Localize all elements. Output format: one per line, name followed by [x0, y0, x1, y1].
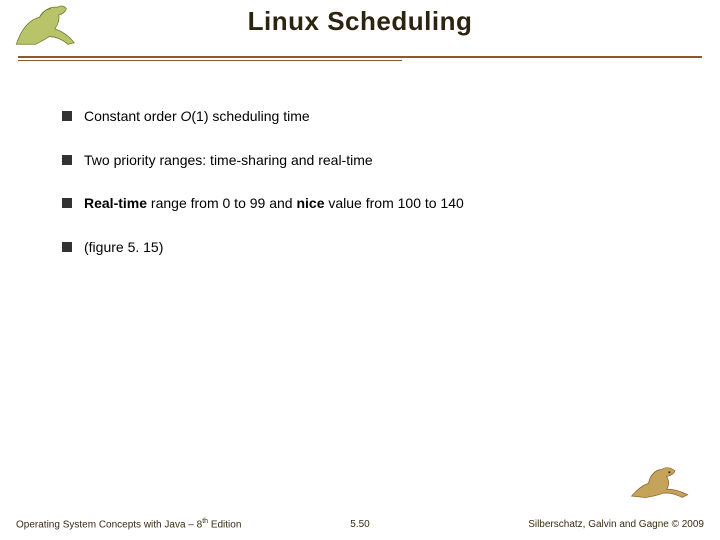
text: value from 100 to 140 — [324, 195, 463, 211]
list-item: Constant order O(1) scheduling time — [62, 108, 658, 126]
list-item: Two priority ranges: time-sharing and re… — [62, 152, 658, 170]
bullet-text: Constant order O(1) scheduling time — [84, 108, 658, 126]
text: Two priority ranges: time-sharing and re… — [84, 152, 373, 168]
dinosaur-icon — [12, 0, 90, 52]
slide: Linux Scheduling Constant order O(1) sch… — [0, 0, 720, 540]
text: (1) scheduling time — [191, 108, 309, 124]
text: Operating System Concepts with Java – 8 — [16, 519, 202, 530]
body: Constant order O(1) scheduling time Two … — [62, 108, 658, 282]
bullet-marker — [62, 111, 72, 121]
emph: Real-time — [84, 195, 147, 211]
header: Linux Scheduling — [0, 0, 720, 62]
page-title: Linux Scheduling — [0, 6, 720, 37]
dinosaur-icon — [626, 454, 696, 506]
bullet-text: (figure 5. 15) — [84, 239, 658, 257]
list-item: (figure 5. 15) — [62, 239, 658, 257]
bullet-marker — [62, 155, 72, 165]
text: (figure 5. 15) — [84, 239, 163, 255]
text: Constant order — [84, 108, 181, 124]
bullet-text: Real-time range from 0 to 99 and nice va… — [84, 195, 658, 213]
page-number: 5.50 — [350, 519, 369, 530]
emph: nice — [296, 195, 324, 211]
emph: O — [181, 108, 192, 124]
text: Edition — [208, 519, 241, 530]
footer: Operating System Concepts with Java – 8t… — [16, 518, 704, 530]
header-rules — [18, 56, 702, 62]
footer-right: Silberschatz, Galvin and Gagne © 2009 — [528, 519, 704, 530]
bullet-marker — [62, 242, 72, 252]
bullet-text: Two priority ranges: time-sharing and re… — [84, 152, 658, 170]
footer-left: Operating System Concepts with Java – 8t… — [16, 518, 241, 530]
bullet-marker — [62, 198, 72, 208]
text: range from 0 to 99 and — [147, 195, 296, 211]
list-item: Real-time range from 0 to 99 and nice va… — [62, 195, 658, 213]
